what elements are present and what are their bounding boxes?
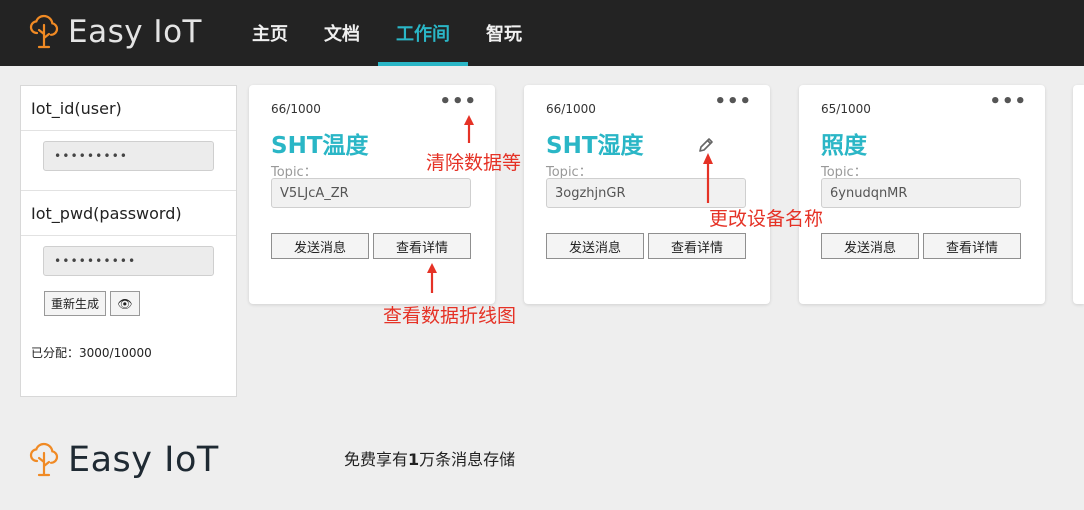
iot-pwd-field[interactable] (43, 246, 214, 276)
annotation-arrow (427, 263, 437, 293)
cloud-tree-icon (29, 442, 59, 477)
nav-workspace[interactable]: 工作间 (378, 0, 468, 66)
footer-storage-note: 免费享有1万条消息存储 (344, 446, 515, 470)
topic-field[interactable]: V5LJcA_ZR (271, 178, 471, 208)
view-details-button[interactable]: 查看详情 (373, 233, 471, 259)
footer-note-bold: 1 (408, 450, 420, 469)
topic-field[interactable]: 6ynudqnMR (821, 178, 1021, 208)
send-message-button[interactable]: 发送消息 (546, 233, 644, 259)
device-name: 照度 (821, 133, 867, 159)
main-nav: 主页 文档 工作间 智玩 (234, 0, 540, 66)
iot-pwd-row (21, 236, 236, 294)
iot-id-title: Iot_id(user) (21, 86, 236, 131)
iot-id-field[interactable] (43, 141, 214, 171)
device-card-partial (1073, 85, 1084, 304)
nav-docs[interactable]: 文档 (306, 0, 378, 66)
footer-note-suffix: 万条消息存储 (419, 450, 516, 469)
iot-pwd-title: Iot_pwd(password) (21, 191, 236, 236)
credentials-panel: Iot_id(user) Iot_pwd(password) 重新生成 👁 已分… (20, 85, 237, 397)
cloud-tree-icon (29, 14, 59, 49)
view-details-button[interactable]: 查看详情 (923, 233, 1021, 259)
device-name: SHT温度 (271, 133, 369, 159)
device-card: 66/1000 ••• SHT温度 Topic： V5LJcA_ZR 发送消息 … (249, 85, 495, 304)
nav-home[interactable]: 主页 (234, 0, 306, 66)
message-count: 65/1000 (821, 102, 871, 116)
annotation-clear-data: 清除数据等 (426, 152, 522, 174)
annotation-arrow (703, 153, 713, 203)
message-count: 66/1000 (271, 102, 321, 116)
device-card: 65/1000 ••• 照度 Topic： 6ynudqnMR 发送消息 查看详… (799, 85, 1045, 304)
view-details-button[interactable]: 查看详情 (648, 233, 746, 259)
annotation-view-chart: 查看数据折线图 (383, 305, 517, 327)
device-name: SHT湿度 (546, 133, 644, 159)
send-message-button[interactable]: 发送消息 (821, 233, 919, 259)
iot-id-row (21, 131, 236, 191)
send-message-button[interactable]: 发送消息 (271, 233, 369, 259)
brand-name: Easy IoT (68, 14, 202, 50)
nav-smart-play[interactable]: 智玩 (468, 0, 540, 66)
allocated-quota: 已分配：3000/10000 (31, 346, 152, 360)
top-navbar: Easy IoT 主页 文档 工作间 智玩 (0, 0, 1084, 66)
message-count: 66/1000 (546, 102, 596, 116)
annotation-rename-device: 更改设备名称 (709, 208, 824, 230)
footer-brand: Easy IoT (28, 440, 219, 480)
regenerate-button[interactable]: 重新生成 (44, 291, 107, 316)
more-options-icon[interactable]: ••• (439, 93, 477, 111)
annotation-arrow (464, 115, 474, 143)
eye-icon[interactable]: 👁 (110, 291, 141, 316)
device-card: 66/1000 ••• SHT湿度 Topic： 3ogzhjnGR 发送消息 … (524, 85, 770, 304)
more-options-icon[interactable]: ••• (714, 93, 752, 111)
footer-brand-name: Easy IoT (68, 440, 219, 480)
pencil-icon[interactable] (698, 137, 714, 153)
credential-actions: 重新生成 👁 (44, 291, 141, 316)
more-options-icon[interactable]: ••• (989, 93, 1027, 111)
footer-note-prefix: 免费享有 (344, 450, 409, 469)
brand-logo[interactable]: Easy IoT (28, 14, 202, 50)
